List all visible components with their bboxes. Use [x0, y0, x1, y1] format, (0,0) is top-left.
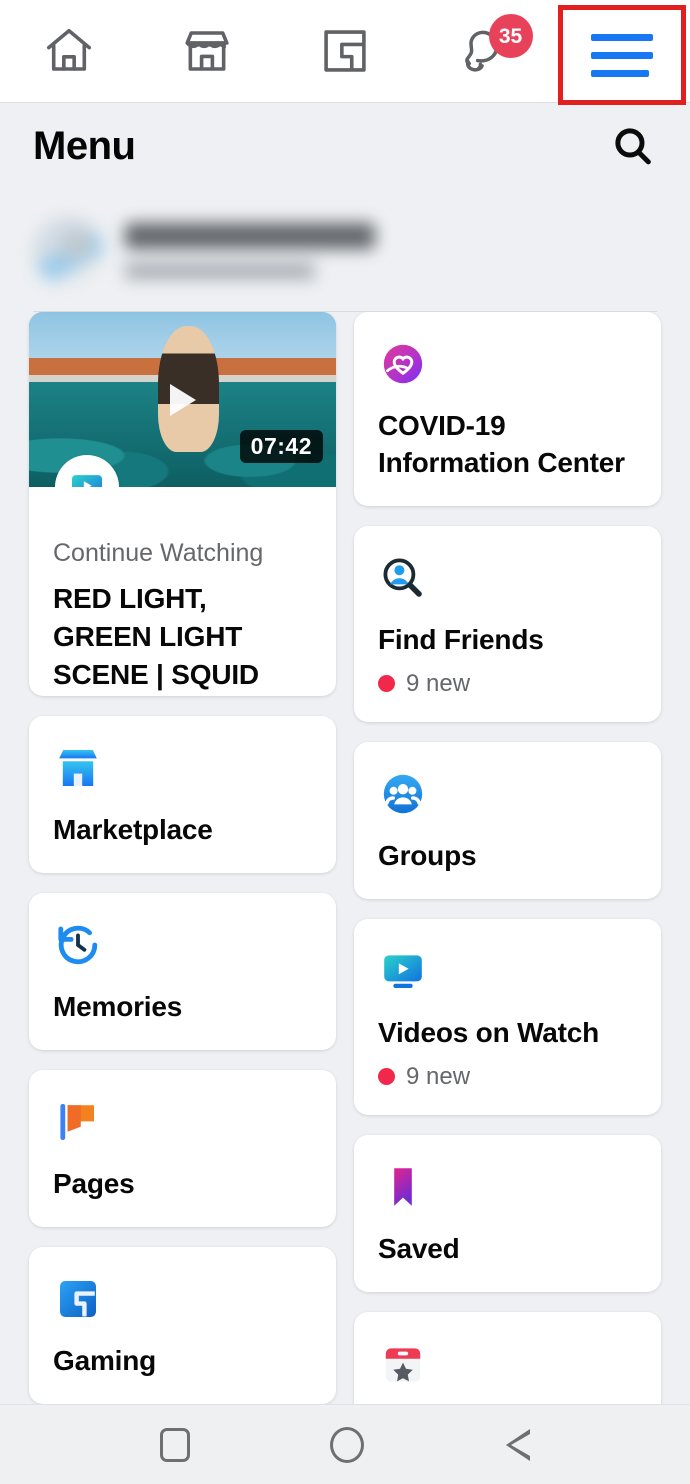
- menu-item-label: Saved: [378, 1232, 460, 1264]
- hamburger-menu-icon[interactable]: [591, 23, 653, 88]
- pages-flag-icon: [53, 1096, 312, 1148]
- recents-square-icon[interactable]: [160, 1427, 190, 1462]
- menu-highlight-box: [558, 5, 686, 105]
- saved-bookmark-icon: [378, 1161, 637, 1213]
- video-thumbnail[interactable]: 07:42: [29, 312, 336, 487]
- find-friends-icon: [378, 552, 637, 604]
- menu-item-gaming[interactable]: Gaming: [29, 1247, 336, 1404]
- menu-item-find-friends[interactable]: Find Friends 9 new: [354, 525, 661, 722]
- marketplace-icon: [179, 24, 235, 78]
- video-title: RED LIGHT, GREEN LIGHT SCENE | SQUID GAM…: [53, 583, 259, 691]
- menu-item-label: Gaming: [53, 1345, 157, 1377]
- nav-tab-menu[interactable]: [552, 0, 690, 105]
- continue-watching-card[interactable]: 07:42 Continue Watching RED LIGHT, GREEN…: [29, 312, 336, 697]
- profile-subtitle-redacted: [125, 262, 315, 279]
- menu-item-label: Videos on Watch: [378, 1016, 600, 1048]
- home-circle-icon[interactable]: [330, 1426, 364, 1463]
- top-navigation-bar: 35: [0, 0, 690, 105]
- nav-tab-notifications[interactable]: 35: [414, 0, 552, 102]
- menu-grid: 07:42 Continue Watching RED LIGHT, GREEN…: [0, 312, 690, 1404]
- grid-right-column: COVID-19 Information Center Find Friends…: [354, 312, 661, 1404]
- menu-item-covid-19-information-center[interactable]: COVID-19 Information Center: [354, 312, 661, 506]
- video-card-body: Continue Watching RED LIGHT, GREEN LIGHT…: [29, 487, 336, 696]
- menu-item-label: Pages: [53, 1168, 135, 1200]
- play-icon[interactable]: [169, 383, 196, 416]
- nav-tab-gaming[interactable]: [276, 0, 414, 102]
- menu-item-label: Marketplace: [53, 814, 213, 846]
- home-icon: [40, 24, 98, 78]
- profile-blurred-content: [33, 215, 375, 286]
- new-count-label: 9 new: [406, 669, 471, 697]
- grid-left-column: 07:42 Continue Watching RED LIGHT, GREEN…: [29, 312, 336, 1404]
- memories-clock-icon: [53, 919, 312, 971]
- menu-item-marketplace[interactable]: Marketplace: [29, 716, 336, 874]
- watch-video-icon: [378, 945, 637, 997]
- video-duration: 07:42: [239, 430, 323, 463]
- nav-tab-marketplace[interactable]: [138, 0, 276, 102]
- avatar: [33, 215, 103, 286]
- page-title: Menu: [33, 123, 136, 168]
- gaming-g-icon: [53, 1273, 312, 1325]
- menu-item-events[interactable]: Events: [354, 1311, 661, 1404]
- app-screen: 35 Menu 07:42 Continue Watching RED LIGH…: [0, 0, 690, 1484]
- menu-item-memories[interactable]: Memories: [29, 893, 336, 1051]
- new-count-label: 9 new: [406, 1062, 471, 1090]
- marketplace-storefront-icon: [53, 742, 312, 794]
- profile-name-redacted: [125, 222, 375, 249]
- continue-watching-label: Continue Watching: [53, 539, 264, 567]
- nav-tab-home[interactable]: [0, 0, 138, 102]
- back-triangle-icon[interactable]: [504, 1428, 530, 1462]
- profile-text: [125, 222, 375, 279]
- menu-item-videos-on-watch[interactable]: Videos on Watch 9 new: [354, 918, 661, 1115]
- menu-item-label: COVID-19 Information Center: [378, 410, 625, 478]
- menu-item-saved[interactable]: Saved: [354, 1134, 661, 1292]
- search-icon[interactable]: [610, 123, 656, 169]
- covid-heart-icon: [378, 338, 637, 390]
- menu-item-label: Groups: [378, 839, 477, 871]
- menu-item-label: Find Friends: [378, 623, 544, 655]
- groups-icon: [378, 768, 637, 820]
- menu-item-groups[interactable]: Groups: [354, 741, 661, 899]
- new-count-badge: 9 new: [378, 1063, 637, 1091]
- system-navigation-bar: [0, 1404, 690, 1484]
- gaming-icon: [318, 24, 372, 78]
- menu-item-pages[interactable]: Pages: [29, 1070, 336, 1228]
- profile-row[interactable]: [0, 189, 690, 312]
- menu-item-label: Memories: [53, 991, 183, 1023]
- events-calendar-icon: [378, 1338, 637, 1390]
- notifications-badge: 35: [488, 14, 533, 58]
- red-dot-icon: [378, 675, 395, 693]
- menu-header: Menu: [0, 103, 690, 189]
- new-count-badge: 9 new: [378, 670, 637, 698]
- red-dot-icon: [378, 1068, 395, 1086]
